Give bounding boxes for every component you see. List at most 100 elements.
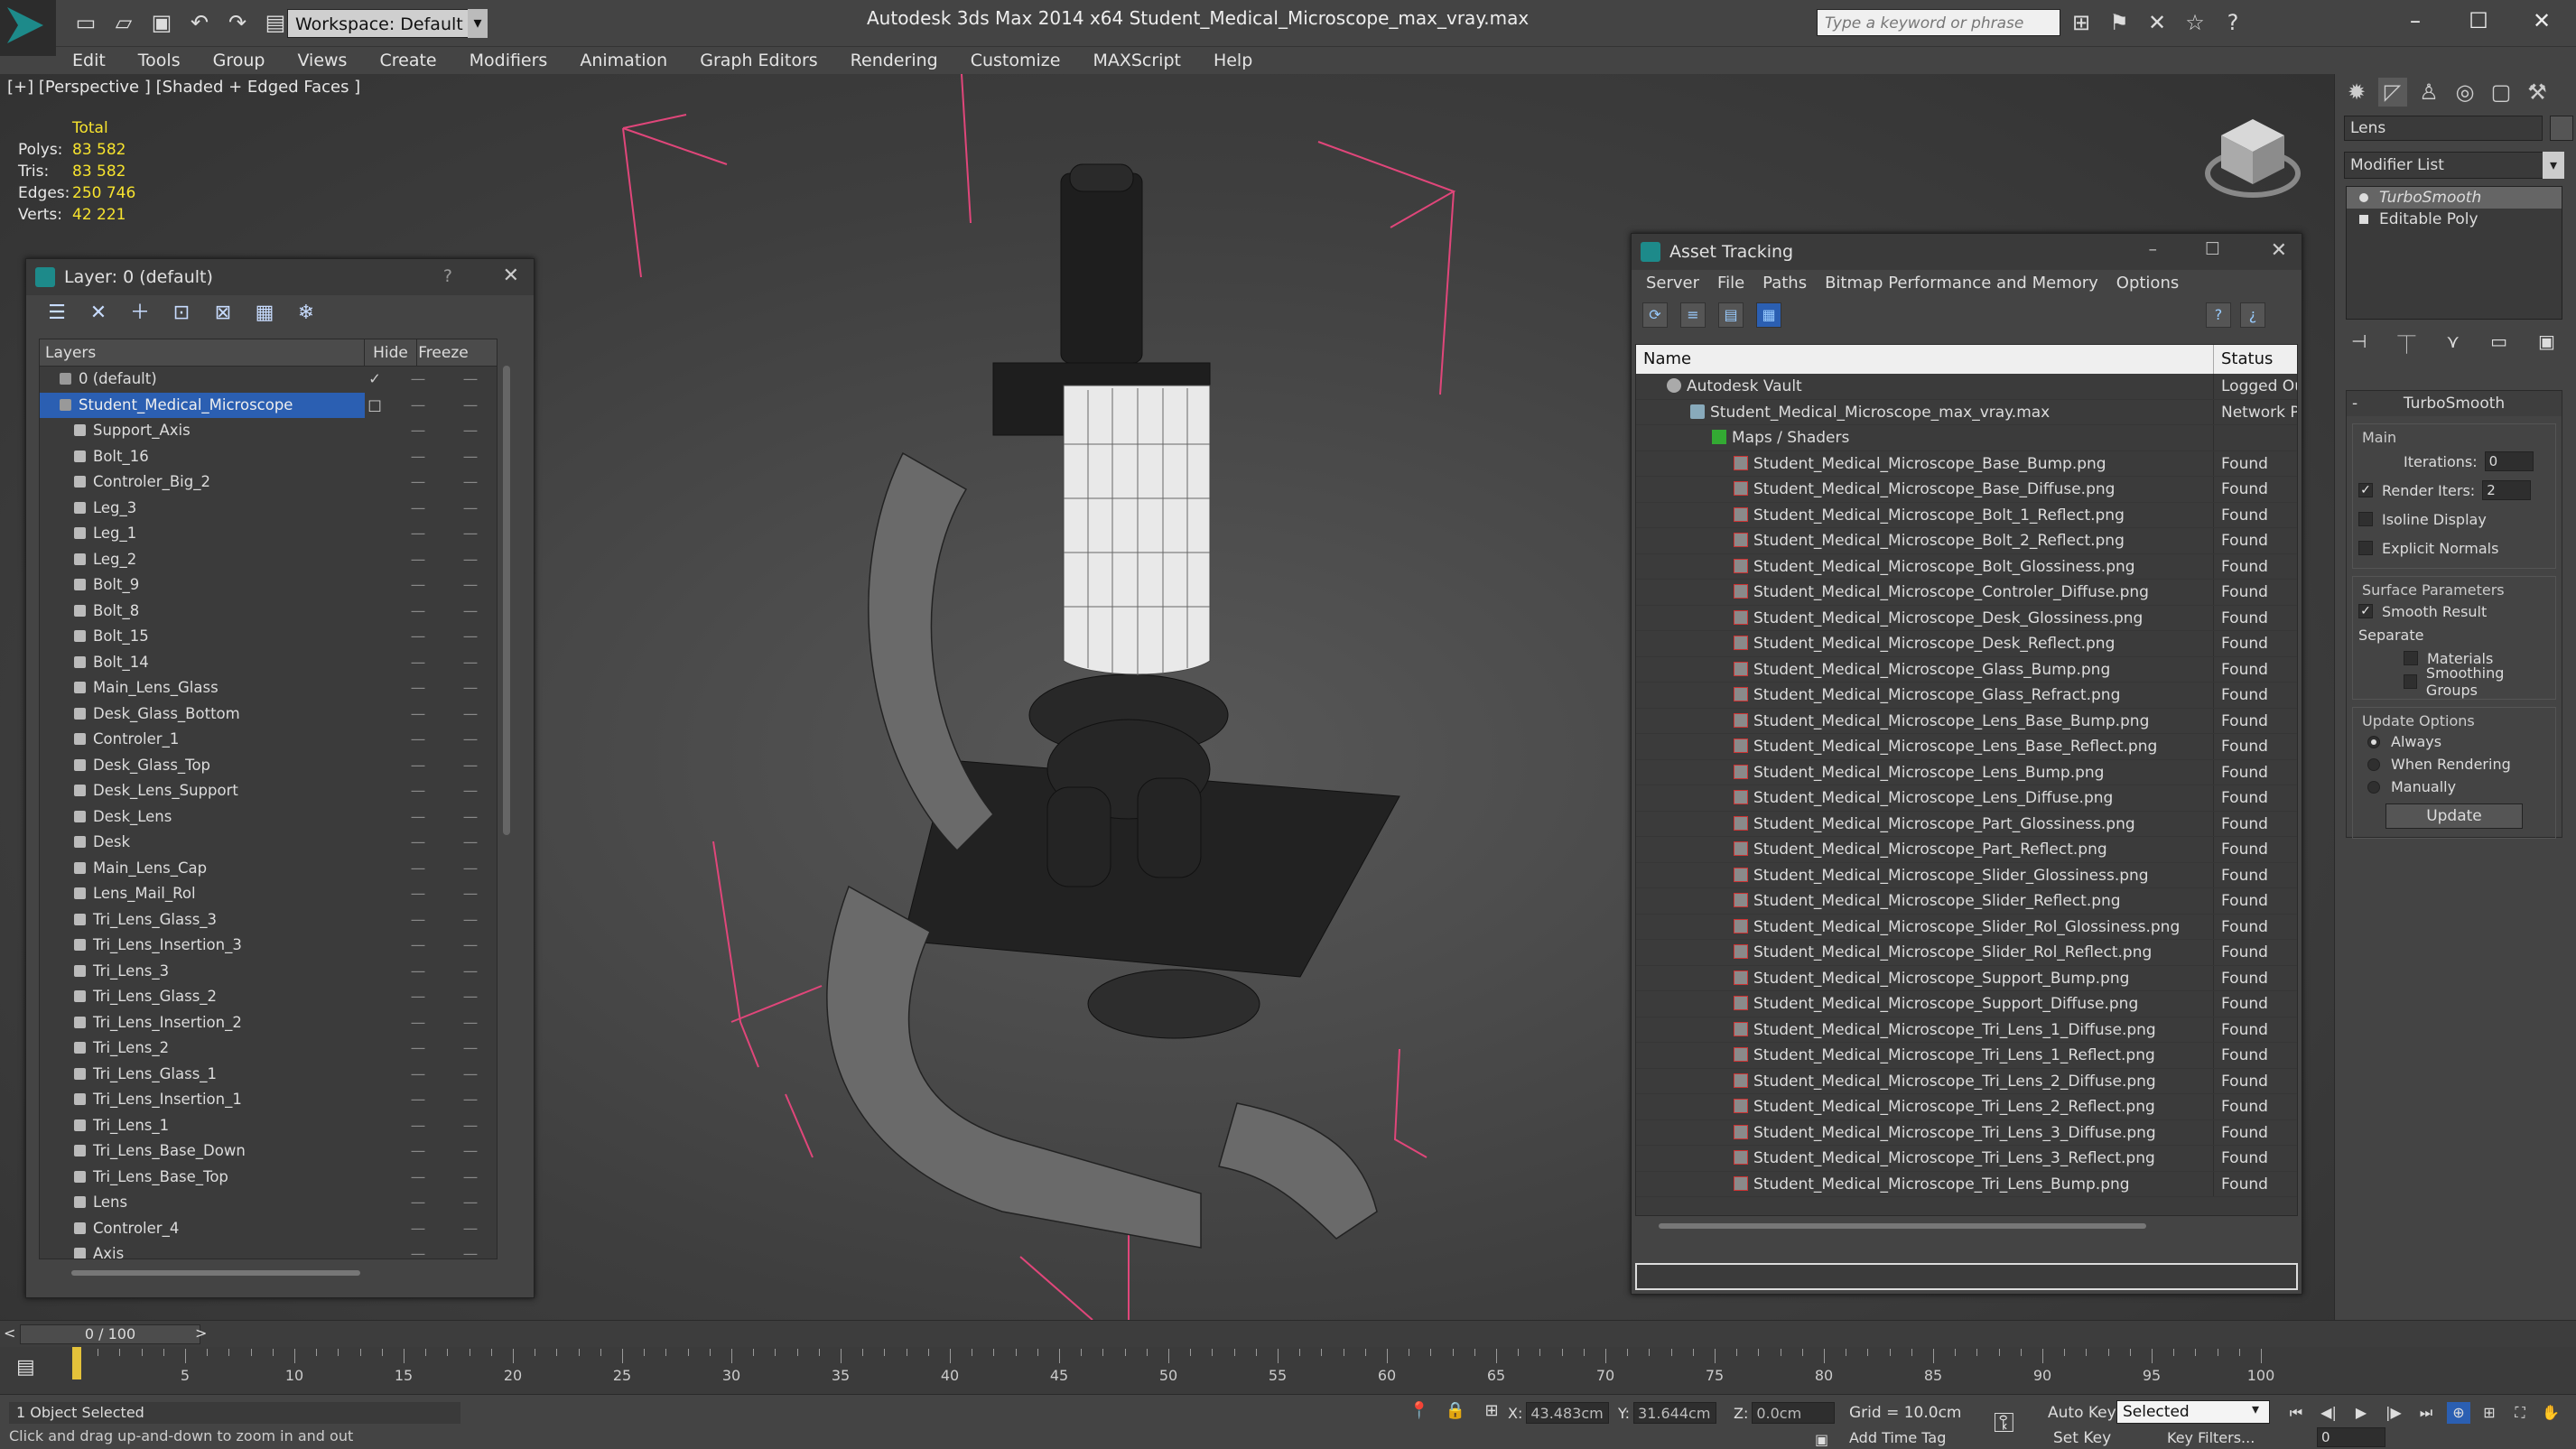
redo-icon[interactable]: ↷ <box>224 9 251 36</box>
freeze-toggle[interactable]: — <box>444 701 497 728</box>
maximize-icon[interactable]: ☐ <box>2447 0 2510 42</box>
freeze-toggle[interactable]: — <box>444 1138 497 1165</box>
layer-row[interactable]: Tri_Lens_Insertion_2 — — <box>40 1010 497 1036</box>
freeze-toggle[interactable]: — <box>444 675 497 701</box>
asset-row-map[interactable]: Student_Medical_Microscope_Tri_Lens_Bump… <box>1636 1171 2297 1197</box>
asset-row-map[interactable]: Student_Medical_Microscope_Desk_Reflect.… <box>1636 631 2297 657</box>
freeze-toggle[interactable]: — <box>444 727 497 753</box>
render-iters-checkbox[interactable]: ✓ <box>2358 483 2373 497</box>
exchange-icon[interactable]: ✕ <box>2144 9 2171 36</box>
freeze-toggle[interactable]: — <box>444 753 497 779</box>
menu-tools[interactable]: Tools <box>122 47 197 74</box>
freeze-toggle[interactable]: — <box>444 959 497 985</box>
hide-toggle[interactable]: — <box>392 778 444 804</box>
layer-row[interactable]: Tri_Lens_Base_Down — — <box>40 1138 497 1165</box>
asset-row-map[interactable]: Student_Medical_Microscope_Slider_Glossi… <box>1636 862 2297 888</box>
stack-item-turbosmooth[interactable]: TurboSmooth <box>2347 187 2562 209</box>
menu-views[interactable]: Views <box>281 47 363 74</box>
asset-menu-paths[interactable]: Paths <box>1753 270 1816 297</box>
select-objects-icon[interactable]: ⊡ <box>169 301 194 326</box>
freeze-toggle[interactable]: — <box>444 907 497 933</box>
freeze-toggle[interactable]: — <box>444 1087 497 1113</box>
asset-row-map[interactable]: Student_Medical_Microscope_Slider_Rol_Gl… <box>1636 914 2297 940</box>
asset-row-vault[interactable]: Autodesk Vault Logged Ou <box>1636 374 2297 400</box>
z-field[interactable]: 0.0cm <box>1752 1402 1836 1424</box>
asset-row-scene-file[interactable]: Student_Medical_Microscope_max_vray.max … <box>1636 399 2297 425</box>
freeze-toggle[interactable]: — <box>444 1113 497 1139</box>
zoom-extents-icon[interactable]: ⛶ <box>2508 1402 2532 1424</box>
asset-row-map[interactable]: Student_Medical_Microscope_Bolt_2_Reflec… <box>1636 528 2297 554</box>
asset-horizontal-scrollbar[interactable] <box>1659 1223 2146 1229</box>
hide-toggle[interactable]: — <box>392 1216 444 1242</box>
freeze-toggle[interactable]: — <box>444 650 497 676</box>
update-button[interactable]: Update <box>2385 803 2523 829</box>
layer-row[interactable]: Bolt_8 — — <box>40 599 497 625</box>
show-end-result-icon[interactable]: ⏉ <box>2397 330 2415 357</box>
always-radio[interactable] <box>2367 735 2380 748</box>
asset-row-map[interactable]: Student_Medical_Microscope_Slider_Reflec… <box>1636 888 2297 915</box>
materials-checkbox[interactable] <box>2404 651 2418 665</box>
freeze-toggle[interactable]: — <box>444 984 497 1010</box>
freeze-toggle[interactable]: — <box>444 830 497 856</box>
asset-row-map[interactable]: Student_Medical_Microscope_Part_Glossine… <box>1636 811 2297 837</box>
freeze-toggle[interactable]: — <box>444 393 497 419</box>
freeze-toggle[interactable]: — <box>444 1165 497 1191</box>
viewport-label[interactable]: [+] [Perspective ] [Shaded + Edged Faces… <box>7 78 360 97</box>
asset-row-map[interactable]: Student_Medical_Microscope_Support_Diffu… <box>1636 991 2297 1017</box>
asset-row-map[interactable]: Student_Medical_Microscope_Bolt_Glossine… <box>1636 553 2297 580</box>
freeze-toggle[interactable]: — <box>444 547 497 573</box>
layer-row[interactable]: Desk_Lens — — <box>40 804 497 831</box>
maximize-icon[interactable]: ☐ <box>2205 239 2220 259</box>
smooth-result-checkbox[interactable]: ✓ <box>2358 604 2373 618</box>
hide-toggle[interactable]: — <box>392 984 444 1010</box>
layer-row[interactable]: Leg_3 — — <box>40 496 497 522</box>
hide-toggle[interactable]: — <box>392 1190 444 1216</box>
layer-panel-header[interactable]: Layer: 0 (default) ? ✕ <box>26 259 534 295</box>
chevron-down-icon[interactable]: ▾ <box>468 9 488 38</box>
zoom-icon[interactable]: ⊕ <box>2447 1402 2470 1424</box>
hide-toggle[interactable]: — <box>392 1241 444 1259</box>
key-icon[interactable]: ⚿ <box>1994 1407 2014 1439</box>
freeze-toggle[interactable]: — <box>444 444 497 470</box>
open-file-icon[interactable]: ▱ <box>110 9 137 36</box>
menu-create[interactable]: Create <box>363 47 452 74</box>
close-icon[interactable]: ✕ <box>503 265 519 287</box>
freeze-all-icon[interactable]: ❄ <box>293 301 319 326</box>
freeze-toggle[interactable]: — <box>444 856 497 882</box>
layer-horizontal-scrollbar[interactable] <box>71 1270 360 1276</box>
help-icon[interactable]: ? <box>2206 302 2231 328</box>
asset-row-map[interactable]: Student_Medical_Microscope_Slider_Rol_Re… <box>1636 940 2297 966</box>
lock-icon[interactable]: 🔒 <box>1445 1400 1466 1422</box>
curve-editor-icon[interactable]: ▤ <box>16 1356 35 1379</box>
lightbulb-icon[interactable] <box>2359 193 2368 202</box>
utilities-tab-icon[interactable]: ⚒ <box>2523 78 2552 107</box>
current-frame-marker[interactable] <box>72 1347 81 1379</box>
hide-all-icon[interactable]: ▦ <box>252 301 277 326</box>
asset-menu-server[interactable]: Server <box>1637 270 1708 297</box>
layer-row[interactable]: Tri_Lens_Glass_1 — — <box>40 1062 497 1088</box>
add-to-layer-icon[interactable]: ＋ <box>127 301 153 326</box>
chevron-down-icon[interactable]: ▾ <box>2252 1400 2259 1417</box>
add-time-tag[interactable]: Add Time Tag <box>1849 1427 1946 1449</box>
layer-row[interactable]: Bolt_16 — — <box>40 444 497 470</box>
modifier-list-dropdown[interactable]: Modifier List <box>2344 152 2561 179</box>
freeze-toggle[interactable]: — <box>444 367 497 393</box>
binoculars-icon[interactable]: ⊞ <box>2068 9 2095 36</box>
layer-row[interactable]: Tri_Lens_1 — — <box>40 1113 497 1139</box>
refresh-icon[interactable]: ⟳ <box>1642 302 1668 328</box>
freeze-toggle[interactable]: — <box>444 599 497 625</box>
isolate-icon[interactable]: 📍 <box>1409 1400 1430 1422</box>
hide-toggle[interactable]: — <box>392 547 444 573</box>
stack-item-editable-poly[interactable]: Editable Poly <box>2347 209 2562 230</box>
time-tag-icon[interactable]: ▣ <box>1815 1431 1828 1448</box>
object-color-swatch[interactable] <box>2550 116 2573 141</box>
layer-row[interactable]: Support_Axis — — <box>40 418 497 444</box>
layer-row[interactable]: Tri_Lens_2 — — <box>40 1036 497 1062</box>
zoom-all-icon[interactable]: ⊞ <box>2478 1402 2501 1424</box>
hide-toggle[interactable]: — <box>392 367 444 393</box>
hide-toggle[interactable]: — <box>392 496 444 522</box>
hide-toggle[interactable]: — <box>392 418 444 444</box>
chevron-down-icon[interactable]: ▾ <box>2543 152 2564 179</box>
smoothing-groups-checkbox[interactable] <box>2404 674 2417 689</box>
layer-row[interactable]: Main_Lens_Cap — — <box>40 856 497 882</box>
